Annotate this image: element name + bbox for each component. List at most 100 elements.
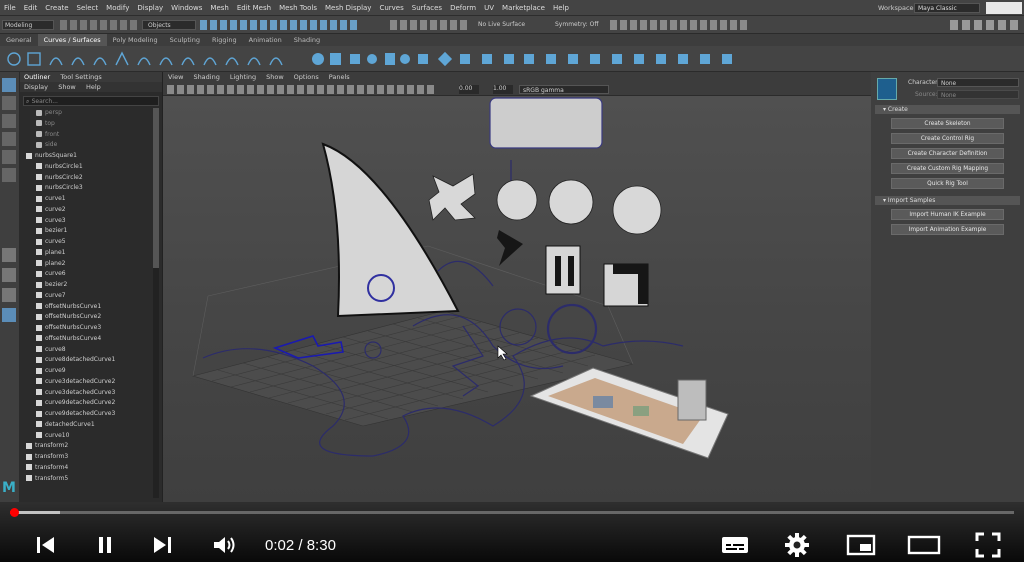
menu-edit[interactable]: Edit [20,0,42,16]
outliner-item[interactable]: transform5 [24,474,150,485]
create-control-rig-button[interactable]: Create Control Rig [891,133,1004,144]
outliner-item[interactable]: curve7 [24,291,150,302]
outliner-menu-display[interactable]: Display [20,83,52,91]
volume-button[interactable] [210,530,240,560]
gamma-value[interactable]: 1.00 [493,85,513,94]
tab-general[interactable]: General [0,34,38,46]
layout-outliner-icon[interactable] [2,308,16,322]
outliner-item[interactable]: curve8 [24,345,150,356]
previous-button[interactable] [30,530,60,560]
layout-two-icon[interactable] [2,288,16,302]
menu-help[interactable]: Help [549,0,573,16]
outliner-item[interactable]: transform3 [24,452,150,463]
viewport-canvas[interactable] [163,96,871,502]
outliner-item[interactable]: nurbsCircle3 [24,183,150,194]
live-surface-label[interactable]: No Live Surface [478,16,525,34]
create-character-definition-button[interactable]: Create Character Definition [891,148,1004,159]
layout-four-icon[interactable] [2,268,16,282]
menu-mesh-display[interactable]: Mesh Display [321,0,375,16]
next-button[interactable] [148,530,178,560]
fullscreen-button[interactable] [972,530,1004,560]
quick-rig-tool-button[interactable]: Quick Rig Tool [891,178,1004,189]
tab-outliner[interactable]: Outliner [20,73,54,81]
outliner-scrollbar[interactable] [153,108,159,498]
tab-rigging[interactable]: Rigging [206,34,243,46]
outliner-menu-show[interactable]: Show [54,83,80,91]
menu-mesh-tools[interactable]: Mesh Tools [275,0,321,16]
source-dropdown[interactable]: None [937,90,1019,99]
outliner-item[interactable]: curve9detachedCurve2 [24,398,150,409]
outliner-item[interactable]: curve8detachedCurve1 [24,355,150,366]
import-samples-section[interactable]: ▾ Import Samples [875,196,1020,205]
tab-tool-settings[interactable]: Tool Settings [56,73,105,81]
menu-uv[interactable]: UV [480,0,498,16]
outliner-item[interactable]: bezier1 [24,226,150,237]
outliner-item[interactable]: plane1 [24,248,150,259]
menu-marketplace[interactable]: Marketplace [498,0,549,16]
menu-windows[interactable]: Windows [167,0,206,16]
outliner-item[interactable]: offsetNurbsCurve4 [24,334,150,345]
create-custom-rig-mapping-button[interactable]: Create Custom Rig Mapping [891,163,1004,174]
outliner-item[interactable]: offsetNurbsCurve1 [24,302,150,313]
select-tool-icon[interactable] [2,78,16,92]
menu-select[interactable]: Select [73,0,103,16]
miniplayer-button[interactable] [844,530,878,560]
outliner-item[interactable]: side [24,140,150,151]
outliner-item[interactable]: curve10 [24,431,150,442]
outliner-menu-help[interactable]: Help [82,83,105,91]
outliner-item[interactable]: nurbsCircle1 [24,162,150,173]
progress-bar[interactable] [10,508,1014,517]
menu-create[interactable]: Create [41,0,72,16]
paint-select-icon[interactable] [2,114,16,128]
menu-display[interactable]: Display [133,0,167,16]
tab-shading[interactable]: Shading [288,34,326,46]
subtitles-button[interactable] [718,530,752,560]
viewport-menu-panels[interactable]: Panels [324,72,355,83]
tab-sculpting[interactable]: Sculpting [164,34,206,46]
menu-file[interactable]: File [0,0,20,16]
scrubber-handle[interactable] [10,508,20,517]
outliner-scroll-thumb[interactable] [153,108,159,268]
viewport-menu-show[interactable]: Show [261,72,289,83]
outliner-item[interactable]: curve1 [24,194,150,205]
right-status-icons[interactable] [950,20,1020,30]
outliner-item[interactable]: offsetNurbsCurve2 [24,312,150,323]
outliner-item[interactable]: front [24,130,150,141]
create-section[interactable]: ▾ Create [875,105,1020,114]
tab-animation[interactable]: Animation [243,34,288,46]
tab-curves-surfaces[interactable]: Curves / Surfaces [37,34,107,46]
outliner-item[interactable]: detachedCurve1 [24,420,150,431]
window-controls[interactable] [986,2,1022,14]
mode-dropdown[interactable]: Modeling [2,20,54,30]
outliner-search[interactable]: ⌕ Search... [23,96,159,106]
lasso-tool-icon[interactable] [2,96,16,110]
outliner-item[interactable]: curve3detachedCurve2 [24,377,150,388]
snap-icons[interactable] [390,20,470,30]
outliner-item[interactable]: nurbsCircle2 [24,173,150,184]
menu-edit-mesh[interactable]: Edit Mesh [233,0,275,16]
outliner-item[interactable]: top [24,119,150,130]
scale-tool-icon[interactable] [2,168,16,182]
settings-button[interactable] [782,530,812,560]
rotate-tool-icon[interactable] [2,150,16,164]
outliner-item[interactable]: curve9detachedCurve3 [24,409,150,420]
menu-modify[interactable]: Modify [102,0,133,16]
symmetry-label[interactable]: Symmetry: Off [555,16,598,34]
menu-surfaces[interactable]: Surfaces [408,0,446,16]
outliner-item[interactable]: offsetNurbsCurve3 [24,323,150,334]
outliner-item[interactable]: curve6 [24,269,150,280]
viewport-menu-view[interactable]: View [163,72,188,83]
status-icon-strip-2[interactable] [200,20,360,30]
viewport-icon-strip[interactable] [167,85,437,94]
objects-dropdown[interactable]: Objects [142,20,196,30]
outliner-item[interactable]: curve3detachedCurve3 [24,388,150,399]
outliner-item[interactable]: curve5 [24,237,150,248]
outliner-item[interactable]: plane2 [24,259,150,270]
pause-button[interactable] [90,530,120,560]
outliner-item[interactable]: transform2 [24,441,150,452]
move-tool-icon[interactable] [2,132,16,146]
theater-mode-button[interactable] [905,530,943,560]
outliner-item[interactable]: persp [24,108,150,119]
layout-single-icon[interactable] [2,248,16,262]
workspace-dropdown[interactable]: Maya Classic [914,3,980,13]
